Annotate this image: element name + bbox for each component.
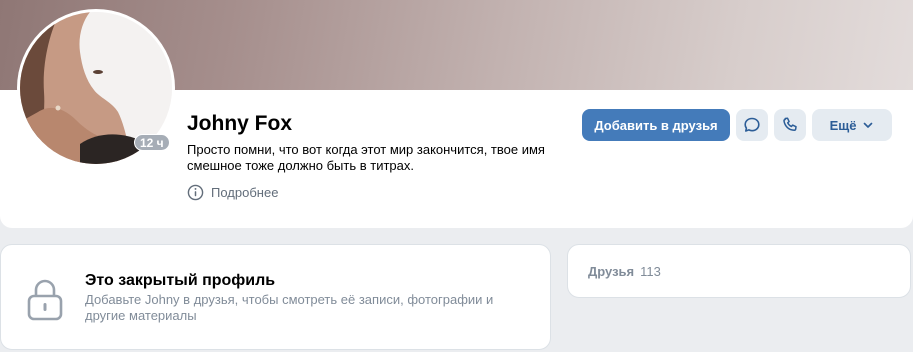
more-info-label: Подробнее — [211, 185, 279, 200]
profile-header: 12 ч Johny Fox Просто помни, что вот ког… — [0, 0, 913, 228]
phone-icon — [783, 117, 797, 131]
more-actions-label: Ещё — [829, 117, 857, 133]
profile-status: Просто помни, что вот когда этот мир зак… — [187, 142, 545, 173]
lock-icon — [27, 279, 63, 321]
closed-profile-card: Это закрытый профиль Добавьте Johny в др… — [0, 244, 551, 350]
closed-profile-text: Добавьте Johny в друзья, чтобы смотреть … — [85, 292, 494, 323]
add-friend-button[interactable]: Добавить в друзья — [582, 109, 730, 141]
closed-profile-title: Это закрытый профиль — [85, 272, 276, 289]
more-info-link[interactable]: Подробнее — [187, 184, 278, 201]
message-button[interactable] — [736, 109, 768, 141]
friends-card[interactable]: Друзья 113 — [567, 244, 911, 298]
info-icon — [187, 184, 204, 201]
profile-name: Johny Fox — [187, 112, 293, 135]
message-icon — [744, 117, 760, 132]
more-actions-button[interactable]: Ещё — [812, 109, 892, 141]
last-seen-badge: 12 ч — [134, 134, 170, 151]
call-button[interactable] — [774, 109, 806, 141]
friends-label: Друзья — [588, 263, 635, 279]
chevron-down-icon — [864, 122, 873, 128]
friends-count: 113 — [640, 263, 661, 279]
